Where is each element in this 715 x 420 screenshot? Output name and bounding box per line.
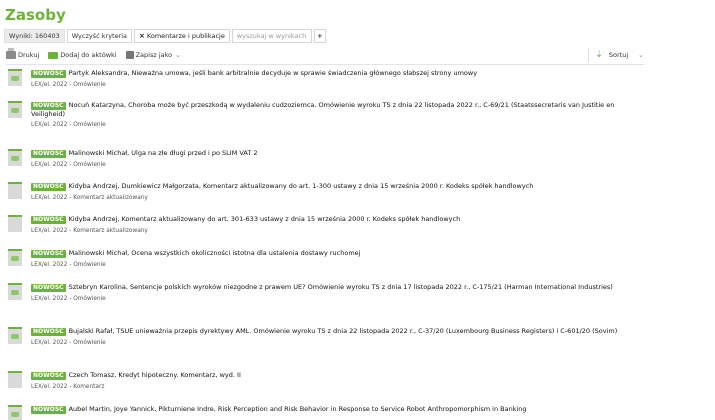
result-title[interactable]: NOWOŚĆ Aubel Martin, Joye Yannick, Piktur… [31, 405, 638, 414]
comment-document-icon [8, 69, 22, 86]
divider [6, 64, 644, 65]
result-title[interactable]: NOWOŚĆ Czech Tomasz, Kredyt hipoteczny. K… [31, 371, 638, 380]
result-title[interactable]: NOWOŚĆ Malinowski Michał, Ocena wszystkic… [31, 249, 638, 258]
list-item[interactable]: NOWOŚĆ Nocuń Katarzyna, Choroba może być … [8, 101, 638, 128]
sort-dropdown[interactable]: ⇣ Sortuj ⌄ [588, 47, 644, 63]
chevron-down-icon: ⌄ [175, 51, 181, 59]
new-badge: NOWOŚĆ [31, 372, 66, 380]
result-title[interactable]: NOWOŚĆ Sztebryn Karolina, Sentencje polsk… [31, 283, 638, 292]
result-title-text: Czech Tomasz, Kredyt hipoteczny. Komenta… [68, 371, 241, 379]
result-title-text: Malinowski Michał, Ocena wszystkich okol… [68, 249, 361, 257]
result-title[interactable]: NOWOŚĆ Partyk Aleksandra, Nieważna umowa,… [31, 69, 638, 78]
result-title-text: Kidyba Andrzej, Dumkiewicz Małgorzata, K… [68, 182, 534, 190]
result-title[interactable]: NOWOŚĆ Bujalski Rafał, TSUE unieważnia pr… [31, 327, 638, 336]
result-meta: LEX/el. 2022 - Omówienie [31, 82, 106, 88]
result-title-text: Nocuń Katarzyna, Choroba może być przesz… [31, 101, 615, 118]
sort-label: Sortuj [608, 51, 629, 59]
save-as-label: Zapisz jako [135, 51, 173, 59]
filter-chip-comments[interactable]: × Komentarze i publikacje [134, 29, 230, 43]
list-item[interactable]: NOWOŚĆ Malinowski Michał, Ulga na złe dłu… [8, 149, 638, 168]
filter-chip-label: Komentarze i publikacje [146, 32, 225, 40]
result-title-text: Malinowski Michał, Ulga na złe długi prz… [68, 149, 258, 157]
new-badge: NOWOŚĆ [31, 150, 66, 158]
search-in-results-input[interactable]: wyszukaj w wynikach [231, 29, 312, 43]
new-badge: NOWOŚĆ [31, 328, 66, 336]
list-item[interactable]: NOWOŚĆ Aubel Martin, Joye Yannick, Piktur… [8, 405, 638, 420]
result-meta: LEX/el. 2022 - Komentarz aktualizowany [31, 195, 148, 201]
new-badge: NOWOŚĆ [31, 216, 66, 224]
results-count: Wyniki: 160403 [4, 29, 65, 43]
comment-document-icon [8, 283, 22, 300]
new-badge: NOWOŚĆ [31, 406, 66, 414]
result-title[interactable]: NOWOŚĆ Kidyba Andrzej, Komentarz aktualiz… [31, 215, 638, 224]
new-badge: NOWOŚĆ [31, 250, 66, 258]
divider [588, 48, 590, 62]
printer-icon [6, 48, 16, 59]
comment-document-icon [8, 327, 22, 344]
new-badge: NOWOŚĆ [31, 183, 66, 191]
result-meta: LEX/el. 2022 - Komentarz [31, 384, 105, 390]
result-title-text: Partyk Aleksandra, Nieważna umowa, jeśli… [68, 69, 478, 77]
add-search-button[interactable]: + [313, 29, 326, 43]
save-icon [125, 51, 134, 59]
list-item[interactable]: NOWOŚĆ Sztebryn Karolina, Sentencje polsk… [8, 283, 638, 302]
add-to-folder-label: Dodaj do aktówki [60, 51, 117, 59]
new-badge: NOWOŚĆ [31, 70, 66, 78]
print-button[interactable]: Drukuj [6, 48, 40, 59]
list-item[interactable]: NOWOŚĆ Partyk Aleksandra, Nieważna umowa,… [8, 69, 638, 88]
result-title[interactable]: NOWOŚĆ Kidyba Andrzej, Dumkiewicz Małgorz… [31, 182, 638, 191]
list-item[interactable]: NOWOŚĆ Malinowski Michał, Ocena wszystkic… [8, 249, 638, 268]
result-meta: LEX/el. 2022 - Omówienie [31, 162, 106, 168]
result-title[interactable]: NOWOŚĆ Nocuń Katarzyna, Choroba może być … [31, 101, 638, 118]
result-title-text: Aubel Martin, Joye Yannick, Pikturniene … [68, 405, 527, 413]
close-icon[interactable]: × [139, 32, 145, 40]
comment-document-icon [8, 405, 22, 420]
page-title: Zasoby [5, 6, 66, 24]
result-title-text: Bujalski Rafał, TSUE unieważnia przepis … [68, 327, 618, 335]
result-meta: LEX/el. 2022 - Omówienie [31, 122, 106, 129]
list-item[interactable]: NOWOŚĆ Kidyba Andrzej, Komentarz aktualiz… [8, 215, 638, 234]
document-icon [8, 215, 22, 232]
folder-icon [48, 51, 59, 59]
sort-icon: ⇣ [595, 50, 603, 60]
toolbar: Drukuj Dodaj do aktówki Zapisz jako ⌄ ⇣ … [6, 47, 644, 63]
document-icon [8, 182, 22, 199]
result-meta: LEX/el. 2022 - Komentarz aktualizowany [31, 228, 148, 234]
result-meta: LEX/el. 2022 - Omówienie [31, 262, 106, 268]
comment-document-icon [8, 249, 22, 266]
result-meta: LEX/el. 2022 - Omówienie [31, 296, 106, 302]
add-to-folder-button[interactable]: Dodaj do aktówki [48, 51, 117, 59]
list-item[interactable]: NOWOŚĆ Kidyba Andrzej, Dumkiewicz Małgorz… [8, 182, 638, 201]
new-badge: NOWOŚĆ [31, 284, 66, 292]
list-item[interactable]: NOWOŚĆ Bujalski Rafał, TSUE unieważnia pr… [8, 327, 638, 346]
document-icon [8, 371, 22, 388]
comment-document-icon [8, 149, 22, 166]
list-item[interactable]: NOWOŚĆ Czech Tomasz, Kredyt hipoteczny. K… [8, 371, 638, 390]
chevron-down-icon: ⌄ [638, 51, 644, 59]
filter-bar: Wyniki: 160403 Wyczyść kryteria × Koment… [4, 29, 328, 43]
print-label: Drukuj [18, 51, 40, 59]
clear-criteria-button[interactable]: Wyczyść kryteria [66, 29, 133, 43]
result-title-text: Kidyba Andrzej, Komentarz aktualizowany … [68, 215, 461, 223]
result-title-text: Sztebryn Karolina, Sentencje polskich wy… [68, 283, 613, 291]
result-meta: LEX/el. 2022 - Omówienie [31, 340, 106, 346]
new-badge: NOWOŚĆ [31, 102, 66, 110]
comment-document-icon [8, 101, 22, 118]
result-title[interactable]: NOWOŚĆ Malinowski Michał, Ulga na złe dłu… [31, 149, 638, 158]
save-as-button[interactable]: Zapisz jako ⌄ [125, 51, 181, 59]
